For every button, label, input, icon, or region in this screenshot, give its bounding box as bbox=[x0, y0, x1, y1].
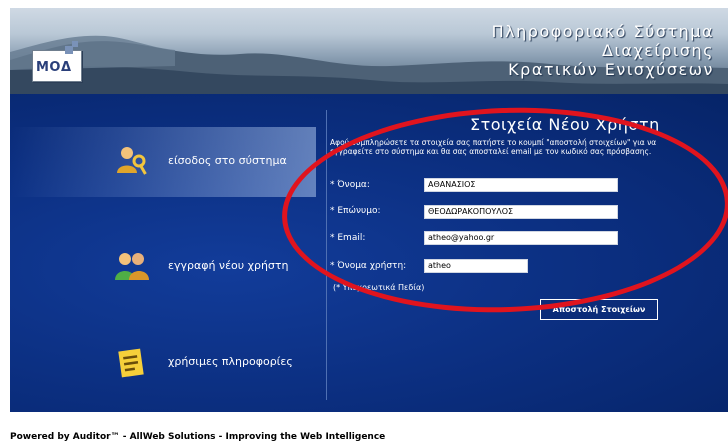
nav-item-label: χρήσιμες πληροφορίες bbox=[168, 355, 293, 368]
system-title-line: Διαχείρισης bbox=[602, 41, 714, 60]
moda-logo: ΜΟΔ bbox=[32, 41, 82, 82]
first-name-input[interactable]: ΑΘΑΝΑΣΙΟΣ bbox=[424, 178, 618, 192]
nav-item-info[interactable]: χρήσιμες πληροφορίες bbox=[10, 328, 316, 398]
last-name-label: * Επώνυμο: bbox=[330, 206, 381, 216]
last-name-input[interactable]: ΘΕΟΔΩΡΑΚΟΠΟΥΛΟΣ bbox=[424, 205, 618, 219]
page-header: ΜΟΔ Πληροφοριακό Σύστημα Διαχείρισης Κρα… bbox=[10, 8, 728, 94]
email-label: * Email: bbox=[330, 233, 366, 243]
users-icon bbox=[115, 253, 149, 280]
nav-item-label: είσοδος στο σύστημα bbox=[168, 154, 287, 167]
first-name-label: * Όνομα: bbox=[330, 180, 370, 190]
required-fields-note: (* Υποχρεωτικά Πεδία) bbox=[333, 283, 425, 292]
footer-text: Powered by Auditor™ - AllWeb Solutions -… bbox=[10, 432, 386, 442]
username-label: * Όνομα χρήστη: bbox=[330, 261, 407, 271]
submit-button[interactable]: Αποστολή Στοιχείων bbox=[540, 299, 658, 320]
panel-divider bbox=[326, 110, 327, 400]
document-icon bbox=[118, 348, 144, 378]
system-title-line: Πληροφοριακό Σύστημα bbox=[491, 22, 714, 41]
nav-item-label: εγγραφή νέου χρήστη bbox=[168, 259, 289, 272]
system-title: Πληροφοριακό Σύστημα Διαχείρισης Κρατικώ… bbox=[492, 22, 714, 79]
form-description: Αφού συμπληρώσετε τα στοιχεία σας πατήστ… bbox=[330, 138, 657, 156]
nav-item-login[interactable]: είσοδος στο σύστημα bbox=[10, 127, 316, 197]
system-title-line: Κρατικών Ενισχύσεων bbox=[508, 60, 714, 79]
form-title: Στοιχεία Νέου Χρήστη bbox=[470, 115, 660, 134]
username-input[interactable]: atheo bbox=[424, 259, 528, 273]
nav-item-register[interactable]: εγγραφή νέου χρήστη bbox=[10, 232, 316, 302]
email-input[interactable]: atheo@yahoo.gr bbox=[424, 231, 618, 245]
key-user-icon bbox=[117, 147, 147, 175]
